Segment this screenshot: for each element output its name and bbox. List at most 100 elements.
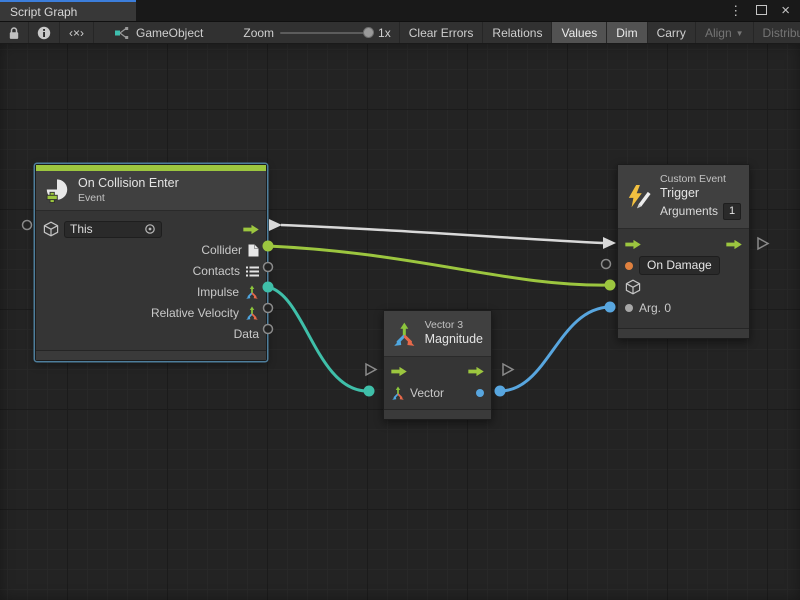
maximize-icon[interactable] bbox=[756, 4, 767, 17]
align-dropdown[interactable]: Align ▼ bbox=[696, 22, 754, 43]
port-output-float[interactable] bbox=[476, 389, 484, 397]
tab-script-graph[interactable]: Script Graph bbox=[0, 0, 136, 21]
port-contacts-empty[interactable] bbox=[264, 263, 273, 272]
values-button[interactable]: Values bbox=[552, 22, 607, 43]
info-button[interactable] bbox=[29, 22, 60, 43]
node-type-label: Custom Event bbox=[660, 173, 741, 186]
gameobject-cube-icon bbox=[625, 279, 641, 295]
port-flow-in-connected[interactable] bbox=[603, 237, 616, 249]
distribute-label: Distribute bbox=[763, 26, 800, 40]
carry-button[interactable]: Carry bbox=[648, 22, 696, 43]
graph-icon bbox=[114, 25, 130, 41]
port-impulse-connected[interactable] bbox=[263, 282, 274, 293]
custom-event-icon bbox=[626, 184, 652, 210]
flow-out-arrow-icon bbox=[726, 239, 742, 250]
title-bar: Script Graph ⋮ × bbox=[0, 0, 800, 21]
zoom-control: Zoom 1x bbox=[235, 22, 398, 43]
code-preview-button[interactable]: ‹×› bbox=[60, 22, 94, 43]
port-relative-velocity-empty[interactable] bbox=[264, 304, 273, 313]
code-preview-label: ‹×› bbox=[69, 26, 84, 40]
node-title: Trigger bbox=[660, 186, 741, 202]
distribute-dropdown[interactable]: Distribute ▼ bbox=[754, 22, 800, 43]
vector3-icon bbox=[391, 386, 405, 400]
port-vector-flow-out-empty[interactable] bbox=[503, 364, 513, 375]
node-footer bbox=[618, 328, 749, 338]
port-event-name-empty[interactable] bbox=[602, 260, 611, 269]
port-event-target-connected[interactable] bbox=[605, 280, 616, 291]
node-header: Custom Event Trigger Arguments 1 bbox=[618, 165, 749, 229]
node-trigger-custom-event[interactable]: Custom Event Trigger Arguments 1 On Dama… bbox=[617, 164, 750, 339]
vector3-icon bbox=[392, 320, 417, 348]
lock-icon bbox=[8, 26, 20, 40]
target-self-value: This bbox=[70, 222, 93, 236]
node-header: On Collision Enter Event bbox=[36, 171, 266, 211]
wire-collider-to-target bbox=[268, 246, 610, 285]
dim-label: Dim bbox=[616, 26, 637, 40]
port-label-vector: Vector bbox=[410, 386, 444, 400]
tab-title: Script Graph bbox=[10, 5, 77, 19]
port-vector-flow-in-empty[interactable] bbox=[366, 364, 376, 375]
values-label: Values bbox=[561, 26, 597, 40]
port-label-contacts: Contacts bbox=[193, 264, 240, 278]
port-collider-connected[interactable] bbox=[263, 241, 274, 252]
relations-label: Relations bbox=[492, 26, 542, 40]
node-title: On Collision Enter bbox=[78, 176, 179, 192]
maximize-glyph bbox=[756, 5, 767, 15]
port-self-input-empty[interactable] bbox=[23, 221, 32, 230]
node-on-collision-enter[interactable]: On Collision Enter Event This Collider bbox=[35, 164, 267, 361]
port-label-impulse: Impulse bbox=[197, 285, 239, 299]
port-arg0-connected[interactable] bbox=[605, 302, 616, 313]
flow-out-arrow-icon bbox=[468, 366, 484, 377]
lock-button[interactable] bbox=[0, 22, 29, 43]
list-icon bbox=[246, 266, 259, 277]
node-type-label: Vector 3 bbox=[425, 319, 483, 332]
port-event-name[interactable] bbox=[625, 262, 633, 270]
chevron-down-icon: ▼ bbox=[736, 29, 744, 38]
flow-out-arrow-icon bbox=[243, 224, 259, 235]
zoom-slider[interactable] bbox=[280, 32, 372, 34]
port-data-empty[interactable] bbox=[264, 325, 273, 334]
wire-flow-collision-to-event bbox=[281, 225, 603, 243]
target-self-field[interactable]: This bbox=[64, 221, 162, 238]
graph-canvas[interactable]: On Collision Enter Event This Collider bbox=[0, 44, 800, 600]
close-icon[interactable]: × bbox=[781, 3, 790, 18]
node-header: Vector 3 Magnitude bbox=[384, 311, 491, 357]
info-icon bbox=[37, 26, 51, 40]
port-vector-in-connected[interactable] bbox=[364, 386, 375, 397]
zoom-slider-thumb[interactable] bbox=[363, 27, 374, 38]
align-label: Align bbox=[705, 26, 732, 40]
node-vector3-magnitude[interactable]: Vector 3 Magnitude Vector bbox=[383, 310, 492, 420]
node-subtitle: Event bbox=[78, 192, 179, 205]
graph-toolbar: ‹×› GameObject Zoom 1x Clear Errors Rela… bbox=[0, 21, 800, 44]
gameobject-cube-icon bbox=[43, 221, 59, 237]
port-flow-out-connected[interactable] bbox=[269, 219, 282, 231]
port-event-flow-out-empty[interactable] bbox=[758, 238, 768, 249]
relations-button[interactable]: Relations bbox=[483, 22, 552, 43]
clear-errors-button[interactable]: Clear Errors bbox=[399, 22, 484, 43]
port-label-data: Data bbox=[234, 327, 259, 341]
clear-errors-label: Clear Errors bbox=[409, 26, 474, 40]
event-name-field[interactable]: On Damage bbox=[639, 256, 720, 275]
zoom-label: Zoom bbox=[243, 26, 274, 40]
wire-impulse-to-vector bbox=[268, 287, 366, 391]
window-menu-icon[interactable]: ⋮ bbox=[729, 4, 742, 17]
gameobject-label: GameObject bbox=[136, 26, 203, 40]
node-body: This Collider Contacts Impulse Relative … bbox=[36, 211, 266, 345]
carry-label: Carry bbox=[657, 26, 686, 40]
port-label-relative-velocity: Relative Velocity bbox=[151, 306, 239, 320]
port-magnitude-out-connected[interactable] bbox=[495, 386, 506, 397]
collision-enter-icon bbox=[44, 177, 70, 203]
arguments-count-field[interactable]: 1 bbox=[723, 203, 741, 220]
window-controls: ⋮ × bbox=[729, 0, 800, 21]
vector3-icon bbox=[245, 306, 259, 320]
object-picker-icon[interactable] bbox=[144, 223, 156, 235]
port-arg0[interactable] bbox=[625, 304, 633, 312]
graph-target[interactable]: GameObject bbox=[106, 22, 211, 43]
dim-button[interactable]: Dim bbox=[607, 22, 647, 43]
node-title: Magnitude bbox=[425, 332, 483, 348]
flow-in-arrow-icon bbox=[625, 239, 641, 250]
flow-in-arrow-icon bbox=[391, 366, 407, 377]
vector3-icon bbox=[245, 285, 259, 299]
node-body: Vector bbox=[384, 357, 491, 407]
node-body: On Damage Arg. 0 bbox=[618, 229, 749, 323]
